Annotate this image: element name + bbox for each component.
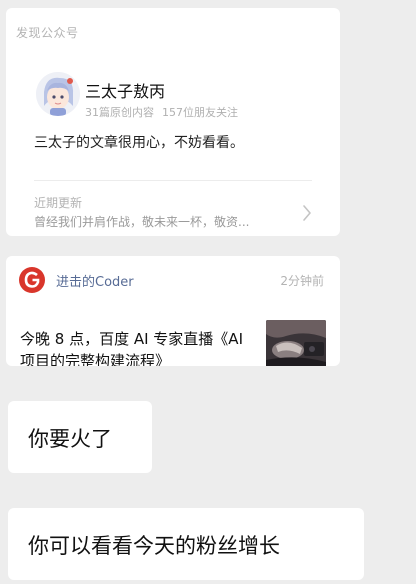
account-meta: 31篇原创内容 157位朋友关注 xyxy=(85,104,238,120)
chat-message-bubble[interactable]: 你要火了 xyxy=(8,401,152,473)
articles-count: 31篇原创内容 xyxy=(85,106,154,119)
followers-count: 157位朋友关注 xyxy=(162,106,238,119)
divider xyxy=(34,180,312,181)
article-thumbnail[interactable] xyxy=(266,320,326,366)
article-time: 2分钟前 xyxy=(280,274,324,288)
article-source[interactable]: 进击的Coder xyxy=(56,271,134,290)
avatar-illustration xyxy=(36,72,80,116)
section-label: 发现公众号 xyxy=(16,26,79,40)
coder-logo-icon xyxy=(19,267,45,293)
recent-update-text[interactable]: 曾经我们并肩作战，敬未来一杯，敬资... xyxy=(34,213,249,230)
thumbnail-image xyxy=(266,320,326,366)
article-title[interactable]: 今晚 8 点，百度 AI 专家直播《AI 项目的完整构建流程》 xyxy=(20,328,262,366)
account-description: 三太子的文章很用心，不妨看看。 xyxy=(34,135,244,151)
account-avatar[interactable] xyxy=(36,72,80,116)
discover-account-card[interactable]: 发现公众号 三太子敖丙 31篇原创内容 157位朋友关注 三太子的文章很用心，不妨… xyxy=(6,8,340,236)
chat-message-bubble[interactable]: 你可以看看今天的粉丝增长 xyxy=(8,508,364,580)
chevron-right-icon[interactable] xyxy=(302,204,312,222)
recent-updates-label: 近期更新 xyxy=(34,196,83,210)
account-name[interactable]: 三太子敖丙 xyxy=(85,78,165,102)
shared-article-card[interactable]: 进击的Coder 2分钟前 今晚 8 点，百度 AI 专家直播《AI 项目的完整… xyxy=(6,256,340,366)
